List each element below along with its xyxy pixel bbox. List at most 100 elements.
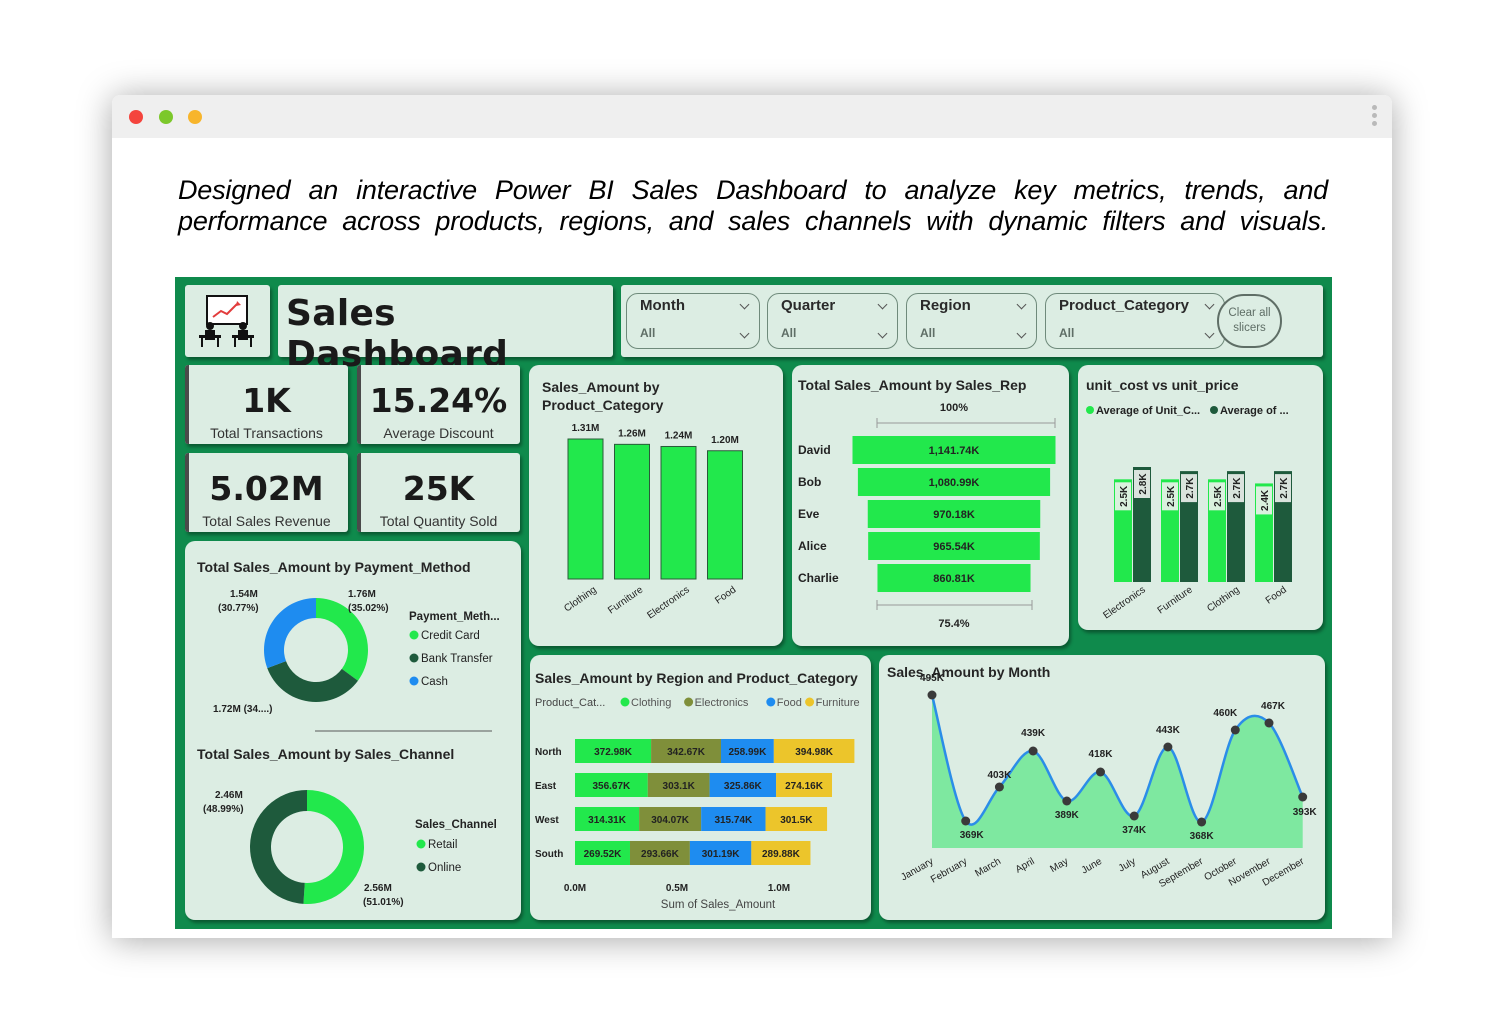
category-bar-chart: 1.31M Clothing 1.26M Furniture 1.24M Electron… bbox=[562, 423, 743, 622]
chevron-down-icon[interactable] bbox=[739, 299, 750, 310]
data-label: 389K bbox=[1055, 810, 1080, 821]
month-slicer[interactable]: Month All bbox=[626, 293, 760, 349]
chevron-down-icon[interactable] bbox=[739, 328, 750, 339]
bar-electronics bbox=[660, 445, 697, 580]
headline-line-2: performance across products, regions, an… bbox=[178, 206, 1328, 236]
bar-data-label: 2.8K bbox=[1138, 473, 1149, 495]
kpi-label: Total Transactions bbox=[210, 425, 323, 441]
chevron-down-icon[interactable] bbox=[1016, 299, 1027, 310]
segment-data-label: 293.66K bbox=[641, 849, 680, 860]
clear-label-2: slicers bbox=[1233, 322, 1266, 334]
donut-slice-online bbox=[249, 790, 307, 904]
x-tick-label: Electronics bbox=[1101, 584, 1147, 621]
dashboard-logo bbox=[185, 285, 270, 357]
segment-data-label: 342.67K bbox=[667, 747, 706, 758]
donut-data-label: 1.76M bbox=[348, 589, 376, 600]
kpi-total-sales-revenue: 5.02M Total Sales Revenue bbox=[185, 453, 348, 532]
slicer-label: Product_Category bbox=[1059, 297, 1190, 314]
dashboard-title-card: Sales Dashboard bbox=[278, 285, 613, 375]
data-point-november bbox=[1264, 718, 1274, 728]
x-tick-label: Clothing bbox=[1205, 584, 1241, 614]
funnel-data-label: 965.54K bbox=[933, 541, 975, 553]
data-label: 393K bbox=[1293, 807, 1318, 818]
cost-vs-price-chart: Average of Unit_C... Average of ... 2.5K 2.… bbox=[1086, 405, 1292, 622]
window-titlebar bbox=[112, 95, 1392, 138]
bar-data-label: 2.5K bbox=[1166, 485, 1177, 507]
chevron-down-icon[interactable] bbox=[1204, 328, 1215, 339]
data-point-june bbox=[1096, 767, 1105, 777]
segment-data-label: 315.74K bbox=[714, 815, 753, 826]
data-point-january bbox=[927, 690, 937, 700]
segment-data-label: 301.5K bbox=[780, 815, 813, 826]
product-category-slicer[interactable]: Product_Category All bbox=[1045, 293, 1225, 349]
funnel-category-label: Bob bbox=[798, 475, 821, 489]
dashboard-title: Sales Dashboard bbox=[286, 293, 509, 375]
minimize-window-button[interactable] bbox=[188, 110, 202, 124]
bar-data-label: 1.24M bbox=[665, 430, 693, 441]
legend-label: Retail bbox=[428, 839, 457, 851]
legend-title: Product_Cat... bbox=[535, 697, 605, 709]
sales-rep-funnel-chart: 100% David 1,141.74K Bob 1,080.99K Eve 970.18K… bbox=[798, 402, 1056, 630]
donut-data-label: (30.77%) bbox=[218, 603, 259, 614]
clear-label-1: Clear all bbox=[1228, 307, 1271, 319]
x-tick-label: 0.5M bbox=[666, 883, 688, 894]
quarter-slicer[interactable]: Quarter All bbox=[767, 293, 898, 349]
headline-text: Designed an interactive Power BI Sales D… bbox=[178, 175, 1328, 237]
bar-food bbox=[707, 450, 743, 580]
legend-marker bbox=[416, 839, 426, 849]
chevron-down-icon[interactable] bbox=[877, 299, 888, 310]
segment-data-label: 289.88K bbox=[762, 849, 801, 860]
kebab-menu-icon[interactable] bbox=[1370, 105, 1378, 129]
segment-data-label: 356.67K bbox=[592, 781, 631, 792]
region-slicer[interactable]: Region All bbox=[906, 293, 1037, 349]
x-tick-label: Furniture bbox=[606, 584, 645, 616]
data-point-may bbox=[1062, 796, 1072, 806]
legend-marker bbox=[684, 697, 694, 707]
chevron-down-icon[interactable] bbox=[877, 328, 888, 339]
data-label: 418K bbox=[1089, 749, 1114, 760]
data-label: 495K bbox=[920, 673, 945, 684]
data-label: 460K bbox=[1213, 708, 1238, 719]
kpi-label: Total Sales Revenue bbox=[202, 513, 331, 529]
data-label: 467K bbox=[1261, 701, 1286, 712]
data-label: 403K bbox=[987, 770, 1012, 781]
chevron-down-icon[interactable] bbox=[1016, 328, 1027, 339]
legend-label: Cash bbox=[421, 676, 448, 688]
x-tick-label: March bbox=[973, 856, 1003, 879]
data-point-july bbox=[1129, 811, 1139, 821]
data-label: 439K bbox=[1021, 728, 1046, 739]
legend-label: Average of ... bbox=[1220, 405, 1289, 417]
x-tick-label: April bbox=[1014, 856, 1037, 876]
cost-vs-price-card: unit_cost vs unit_price Average of Unit_… bbox=[1078, 365, 1323, 630]
x-tick-label: February bbox=[929, 856, 969, 886]
x-tick-label: Food bbox=[1264, 584, 1289, 606]
funnel-data-label: 970.18K bbox=[933, 509, 975, 521]
data-point-september bbox=[1197, 817, 1207, 827]
bar-data-label: 2.5K bbox=[1213, 485, 1224, 507]
data-label: 443K bbox=[1156, 725, 1181, 736]
maximize-window-button[interactable] bbox=[159, 110, 173, 124]
x-tick-label: Clothing bbox=[562, 584, 598, 614]
legend-label: Credit Card bbox=[421, 630, 480, 642]
close-window-button[interactable] bbox=[129, 110, 143, 124]
slicer-label: Region bbox=[920, 297, 971, 314]
segment-data-label: 372.98K bbox=[594, 747, 633, 758]
chevron-down-icon[interactable] bbox=[1204, 299, 1215, 310]
kpi-label: Average Discount bbox=[383, 425, 494, 441]
presentation-meeting-icon bbox=[199, 295, 254, 347]
browser-window: Designed an interactive Power BI Sales D… bbox=[112, 95, 1392, 938]
clear-slicers-button[interactable]: Clear all slicers bbox=[1217, 294, 1282, 348]
kpi-average-discount: 15.24% Average Discount bbox=[357, 365, 520, 444]
bar-data-label: 2.4K bbox=[1260, 489, 1271, 511]
category-bar-chart-card: Sales_Amount by Product_Category 1.31M Cl… bbox=[529, 365, 783, 646]
donut-data-label: 1.54M bbox=[230, 589, 258, 600]
x-tick-label: Electronics bbox=[645, 584, 691, 621]
bar-data-label: 2.7K bbox=[1185, 477, 1196, 499]
legend-label: Average of Unit_C... bbox=[1096, 405, 1200, 417]
kpi-label: Total Quantity Sold bbox=[379, 513, 498, 529]
x-tick-label: July bbox=[1117, 856, 1138, 874]
x-tick-label: Furniture bbox=[1156, 584, 1195, 616]
segment-data-label: 394.98K bbox=[795, 747, 834, 758]
legend-label: Bank Transfer bbox=[421, 653, 493, 665]
donut-data-label: 2.46M bbox=[215, 790, 243, 801]
